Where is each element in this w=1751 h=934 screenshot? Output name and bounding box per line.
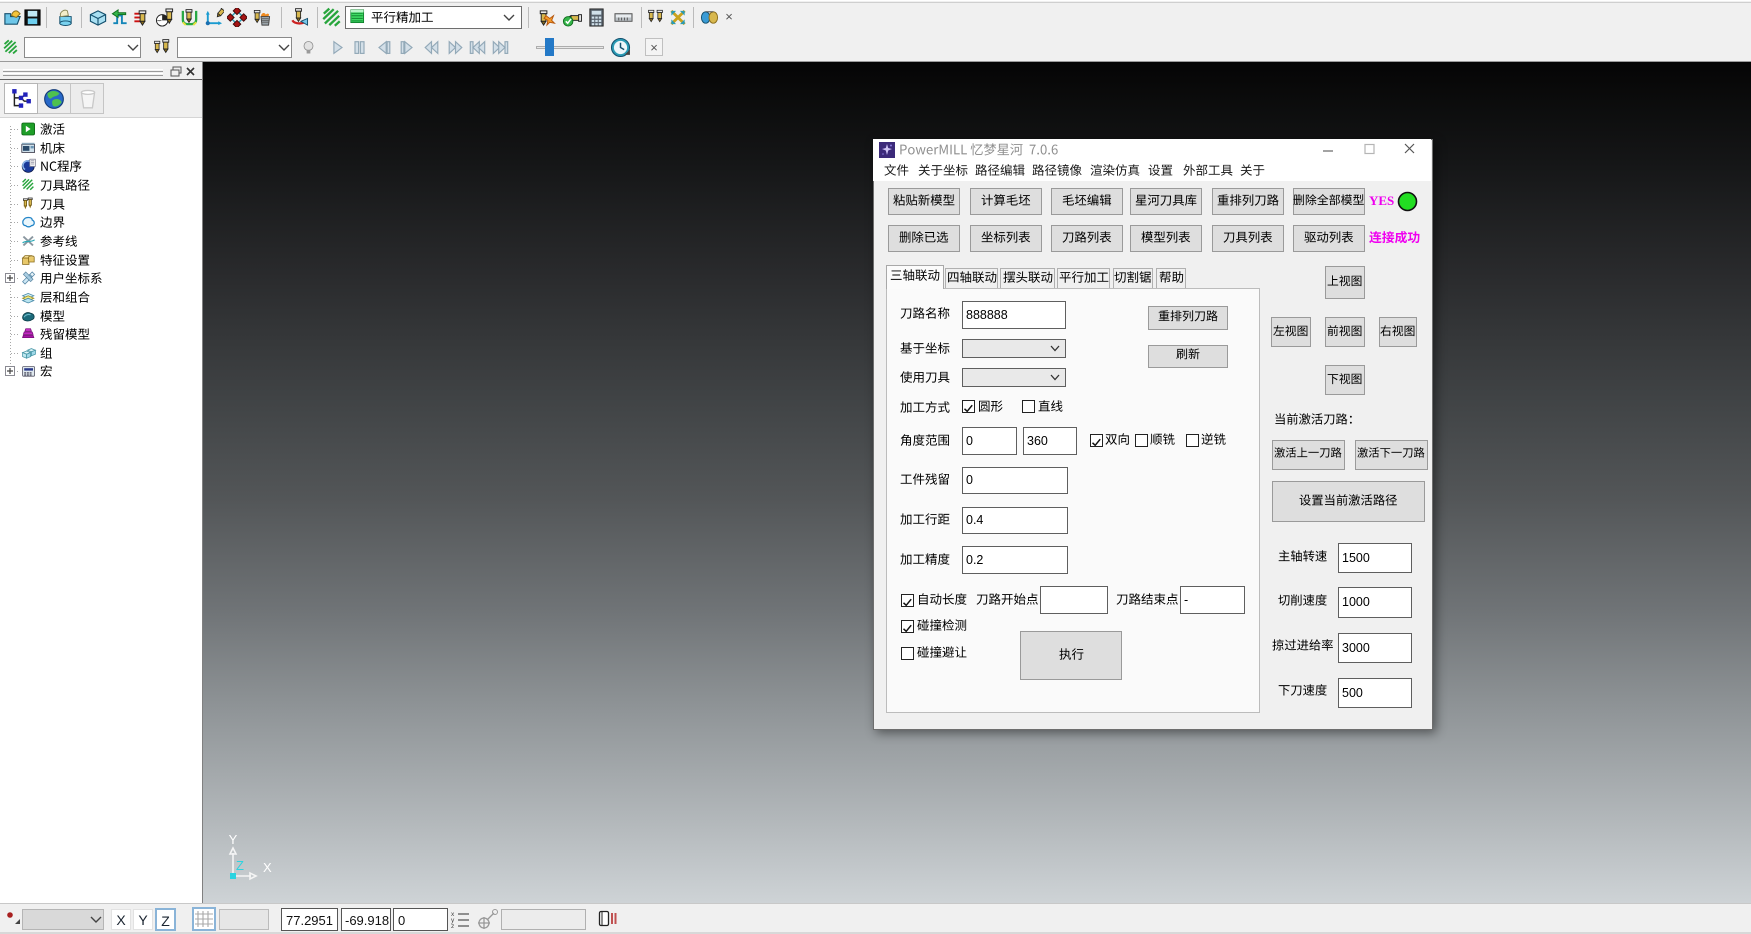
svg-text:Z: Z [236,858,244,873]
svg-text:X: X [263,860,272,875]
svg-text:z: z [451,923,454,929]
svg-text:Y: Y [229,832,238,847]
